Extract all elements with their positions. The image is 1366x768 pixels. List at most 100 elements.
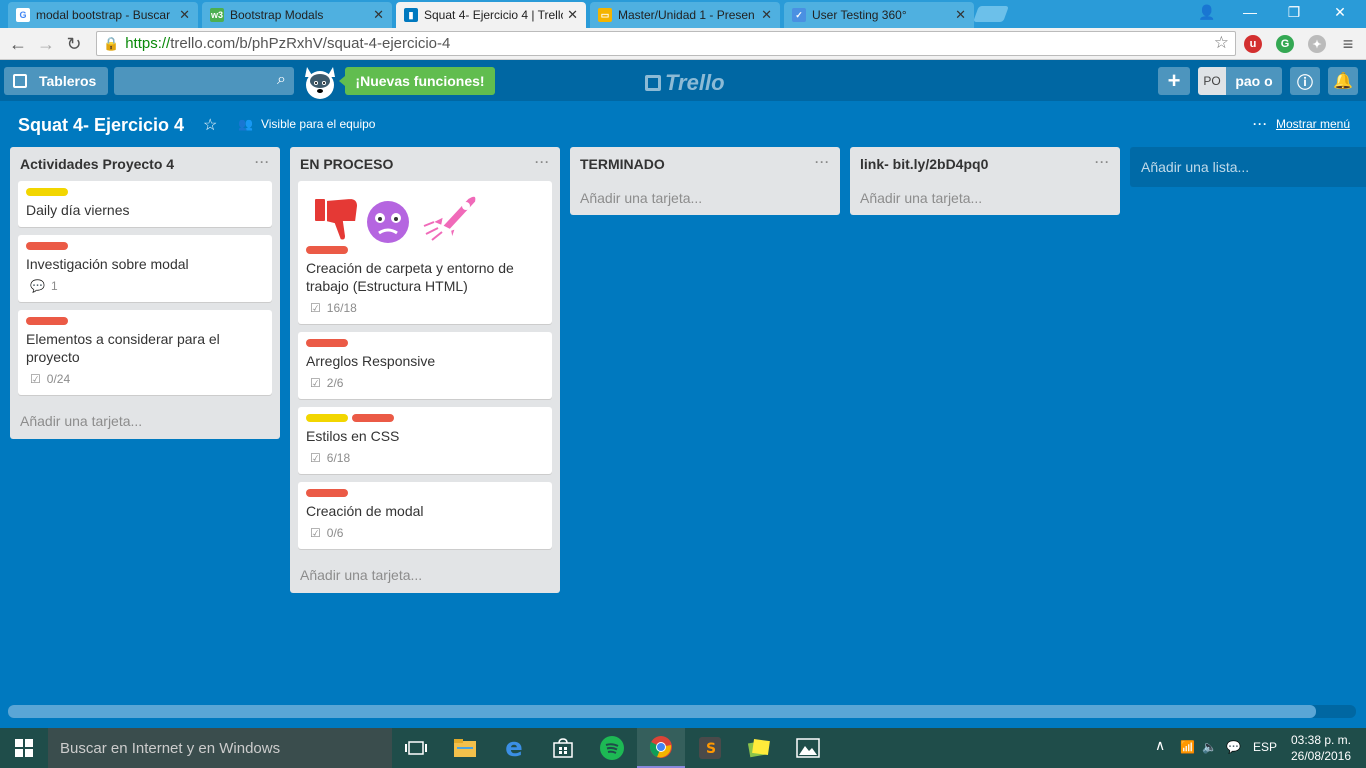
browser-tab-slides[interactable]: ▭ Master/Unidad 1 - Presen ✕ xyxy=(590,2,780,28)
bookmark-star-icon[interactable]: ☆ xyxy=(1214,33,1229,53)
chrome-icon[interactable] xyxy=(637,728,685,768)
language-indicator[interactable]: ESP xyxy=(1253,740,1277,754)
add-card-button[interactable]: Añadir una tarjeta... xyxy=(10,403,280,439)
minimize-button[interactable]: — xyxy=(1230,0,1270,24)
close-tab-icon[interactable]: ✕ xyxy=(179,7,190,23)
close-tab-icon[interactable]: ✕ xyxy=(761,7,772,23)
list-menu-icon[interactable]: ··· xyxy=(1095,155,1110,169)
list-en-proceso: EN PROCESO ··· Creación de carpeta y ent… xyxy=(290,147,560,593)
user-menu-button[interactable]: pao o xyxy=(1226,67,1282,95)
info-icon[interactable]: ⓘ xyxy=(1290,67,1320,95)
show-menu-button[interactable]: ··· Mostrar menú xyxy=(1253,117,1350,131)
notifications-bell-icon[interactable]: 🔔 xyxy=(1328,67,1358,95)
chrome-menu-icon[interactable]: ≡ xyxy=(1336,32,1360,56)
tab-title: User Testing 360° xyxy=(812,8,907,22)
url-scheme: https:// xyxy=(125,35,171,52)
thumbs-down-sticker-icon xyxy=(313,196,360,242)
add-card-button[interactable]: Añadir una tarjeta... xyxy=(290,557,560,593)
taskbar-search-input[interactable]: Buscar en Internet y en Windows xyxy=(48,728,392,768)
card[interactable]: Daily día viernes xyxy=(18,181,272,227)
list-title[interactable]: Actividades Proyecto 4 xyxy=(20,156,174,172)
label-red xyxy=(306,489,348,497)
visibility-button[interactable]: 👥 Visible para el equipo xyxy=(238,117,375,131)
card[interactable]: Elementos a considerar para el proyecto … xyxy=(18,310,272,395)
add-list-button[interactable]: Añadir una lista... xyxy=(1130,147,1366,187)
checklist-count: 6/18 xyxy=(326,451,351,465)
search-input[interactable]: ⌕ xyxy=(114,67,294,95)
scrollbar-thumb[interactable] xyxy=(8,705,1316,718)
file-explorer-icon[interactable] xyxy=(441,728,489,768)
clock[interactable]: 03:38 p. m. 26/08/2016 xyxy=(1282,732,1360,764)
horizontal-scrollbar[interactable] xyxy=(8,705,1356,718)
star-board-icon[interactable]: ☆ xyxy=(203,115,217,135)
browser-tab-bootstrap[interactable]: w3 Bootstrap Modals ✕ xyxy=(202,2,392,28)
card-title: Creación de carpeta y entorno de trabajo… xyxy=(306,260,514,294)
puzzle-extension-icon[interactable]: ✦ xyxy=(1308,35,1326,53)
list-header[interactable]: link- bit.ly/2bD4pq0 ··· xyxy=(850,147,1120,181)
list-menu-icon[interactable]: ··· xyxy=(255,155,270,169)
search-icon[interactable]: ⌕ xyxy=(277,71,286,89)
browser-toolbar: ← → ↻ 🔒 https:// trello.com/b/phPzRxhV/s… xyxy=(0,28,1366,60)
list-header[interactable]: TERMINADO ··· xyxy=(570,147,840,181)
sublime-text-icon[interactable]: S xyxy=(686,728,734,768)
card[interactable]: Creación de carpeta y entorno de trabajo… xyxy=(298,181,552,324)
list-title[interactable]: EN PROCESO xyxy=(300,156,393,172)
add-card-button[interactable]: Añadir una tarjeta... xyxy=(570,181,840,215)
list-header[interactable]: Actividades Proyecto 4 ··· xyxy=(10,147,280,181)
new-features-button[interactable]: ¡Nuevas funciones! xyxy=(339,67,495,95)
reload-icon[interactable]: ↻ xyxy=(62,32,86,56)
tab-title: Bootstrap Modals xyxy=(230,8,324,22)
avatar[interactable]: PO xyxy=(1198,67,1226,95)
browser-tab-trello[interactable]: ▮ Squat 4- Ejercicio 4 | Trello ✕ xyxy=(396,2,586,28)
card-stickers xyxy=(306,186,544,246)
forward-arrow-icon[interactable]: → xyxy=(34,32,58,56)
new-tab-button[interactable] xyxy=(973,6,1009,22)
card-badges: ☑ 2/6 xyxy=(306,375,544,391)
list-title[interactable]: TERMINADO xyxy=(580,156,665,172)
grammarly-extension-icon[interactable]: G xyxy=(1276,35,1294,53)
browser-tab-google[interactable]: G modal bootstrap - Buscar ✕ xyxy=(8,2,198,28)
boards-icon xyxy=(13,74,27,88)
list-menu-icon[interactable]: ··· xyxy=(815,155,830,169)
photos-icon[interactable] xyxy=(784,728,832,768)
comment-icon: 💬 xyxy=(30,279,45,293)
back-arrow-icon[interactable]: ← xyxy=(6,32,30,56)
task-view-icon[interactable] xyxy=(392,728,440,768)
volume-icon[interactable]: 🔈 xyxy=(1202,740,1217,754)
list-title[interactable]: link- bit.ly/2bD4pq0 xyxy=(860,156,988,172)
browser-tab-usertesting[interactable]: ✓ User Testing 360° ✕ xyxy=(784,2,974,28)
close-tab-icon[interactable]: ✕ xyxy=(955,7,966,23)
label-yellow xyxy=(26,188,68,196)
close-tab-icon[interactable]: ✕ xyxy=(373,7,384,23)
list-menu-icon[interactable]: ··· xyxy=(535,155,550,169)
ublock-extension-icon[interactable]: u xyxy=(1244,35,1262,53)
card[interactable]: Arreglos Responsive ☑ 2/6 xyxy=(298,332,552,399)
profile-icon[interactable]: 👤 xyxy=(1190,0,1224,24)
card-title: Investigación sobre modal xyxy=(26,256,189,272)
card[interactable]: Creación de modal ☑ 0/6 xyxy=(298,482,552,549)
windows-taskbar: Buscar en Internet y en Windows e S ∧ 📶 … xyxy=(0,728,1366,768)
trello-logo[interactable]: Trello xyxy=(645,70,725,96)
close-window-button[interactable]: ✕ xyxy=(1320,0,1360,24)
close-tab-icon[interactable]: ✕ xyxy=(567,7,578,23)
card[interactable]: Investigación sobre modal 💬 1 xyxy=(18,235,272,302)
windows-start-icon[interactable] xyxy=(0,728,48,768)
list-header[interactable]: EN PROCESO ··· xyxy=(290,147,560,181)
checklist-count: 16/18 xyxy=(326,301,357,315)
edge-browser-icon[interactable]: e xyxy=(490,728,538,768)
sticky-notes-icon[interactable] xyxy=(735,728,783,768)
boards-button[interactable]: Tableros xyxy=(4,67,108,95)
restore-button[interactable]: ❐ xyxy=(1274,0,1314,24)
add-card-button[interactable]: Añadir una tarjeta... xyxy=(850,181,1120,215)
team-icon: 👥 xyxy=(238,117,253,131)
board-title[interactable]: Squat 4- Ejercicio 4 xyxy=(18,115,184,136)
tray-chevron-icon[interactable]: ∧ xyxy=(1155,737,1165,754)
network-icon[interactable]: 📶 xyxy=(1180,740,1195,754)
spotify-icon[interactable] xyxy=(588,728,636,768)
more-dots-icon: ··· xyxy=(1252,117,1268,131)
add-button[interactable]: + xyxy=(1158,67,1190,95)
address-bar[interactable]: 🔒 https:// trello.com/b/phPzRxhV/squat-4… xyxy=(96,31,1236,56)
store-icon[interactable] xyxy=(539,728,587,768)
action-center-icon[interactable]: 💬 xyxy=(1226,740,1241,754)
card[interactable]: Estilos en CSS ☑ 6/18 xyxy=(298,407,552,474)
